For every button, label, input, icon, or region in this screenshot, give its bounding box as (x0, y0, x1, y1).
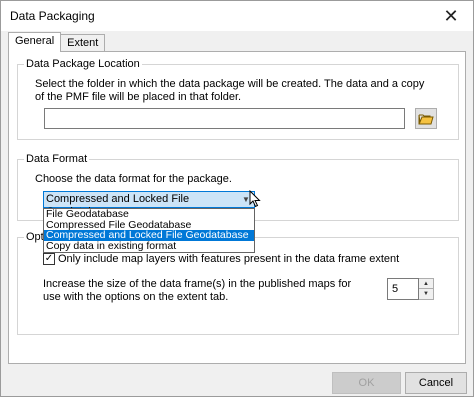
only-include-checkbox[interactable]: ✓ (43, 253, 55, 265)
spin-down-icon[interactable]: ▼ (419, 289, 433, 299)
format-option-file-gdb[interactable]: File Geodatabase (44, 209, 254, 220)
data-format-dropdown-list: File Geodatabase Compressed File Geodata… (43, 208, 255, 253)
format-option-existing-format[interactable]: Copy data in existing format (44, 240, 254, 252)
location-group-legend: Data Package Location (24, 58, 142, 70)
tab-general[interactable]: General (8, 32, 62, 52)
checkmark-icon: ✓ (44, 253, 54, 264)
extent-size-input[interactable]: 5 (387, 278, 419, 300)
format-option-compressed-locked-gdb[interactable]: Compressed and Locked File Geodatabase (44, 230, 254, 241)
data-format-select[interactable]: Compressed and Locked File Geodatabase ▼ (43, 191, 255, 218)
spin-buttons: ▲ ▼ (419, 278, 434, 300)
open-folder-icon (418, 114, 434, 124)
package-location-input[interactable] (44, 108, 405, 129)
general-tab-panel: Data Package Location Select the folder … (8, 51, 466, 364)
only-include-label: Only include map layers with features pr… (58, 253, 400, 265)
cancel-button[interactable]: Cancel (405, 372, 467, 394)
browse-button[interactable] (415, 108, 437, 129)
spin-up-icon[interactable]: ▲ (419, 279, 433, 289)
tab-extent[interactable]: Extent (60, 34, 106, 52)
format-group-legend: Data Format (24, 153, 90, 165)
location-group: Data Package Location Select the folder … (17, 58, 459, 140)
data-packaging-dialog: Data Packaging ✕ General Extent Data Pac… (0, 0, 474, 397)
format-description: Choose the data format for the package. (35, 173, 232, 185)
location-description: Select the folder in which the data pack… (35, 78, 425, 103)
mouse-cursor-icon (249, 190, 261, 208)
increase-size-label: Increase the size of the data frame(s) i… (43, 278, 352, 303)
title-bar: Data Packaging ✕ (1, 1, 473, 31)
ok-button[interactable]: OK (332, 372, 401, 394)
window-title: Data Packaging (10, 9, 95, 23)
close-icon[interactable]: ✕ (429, 1, 473, 31)
